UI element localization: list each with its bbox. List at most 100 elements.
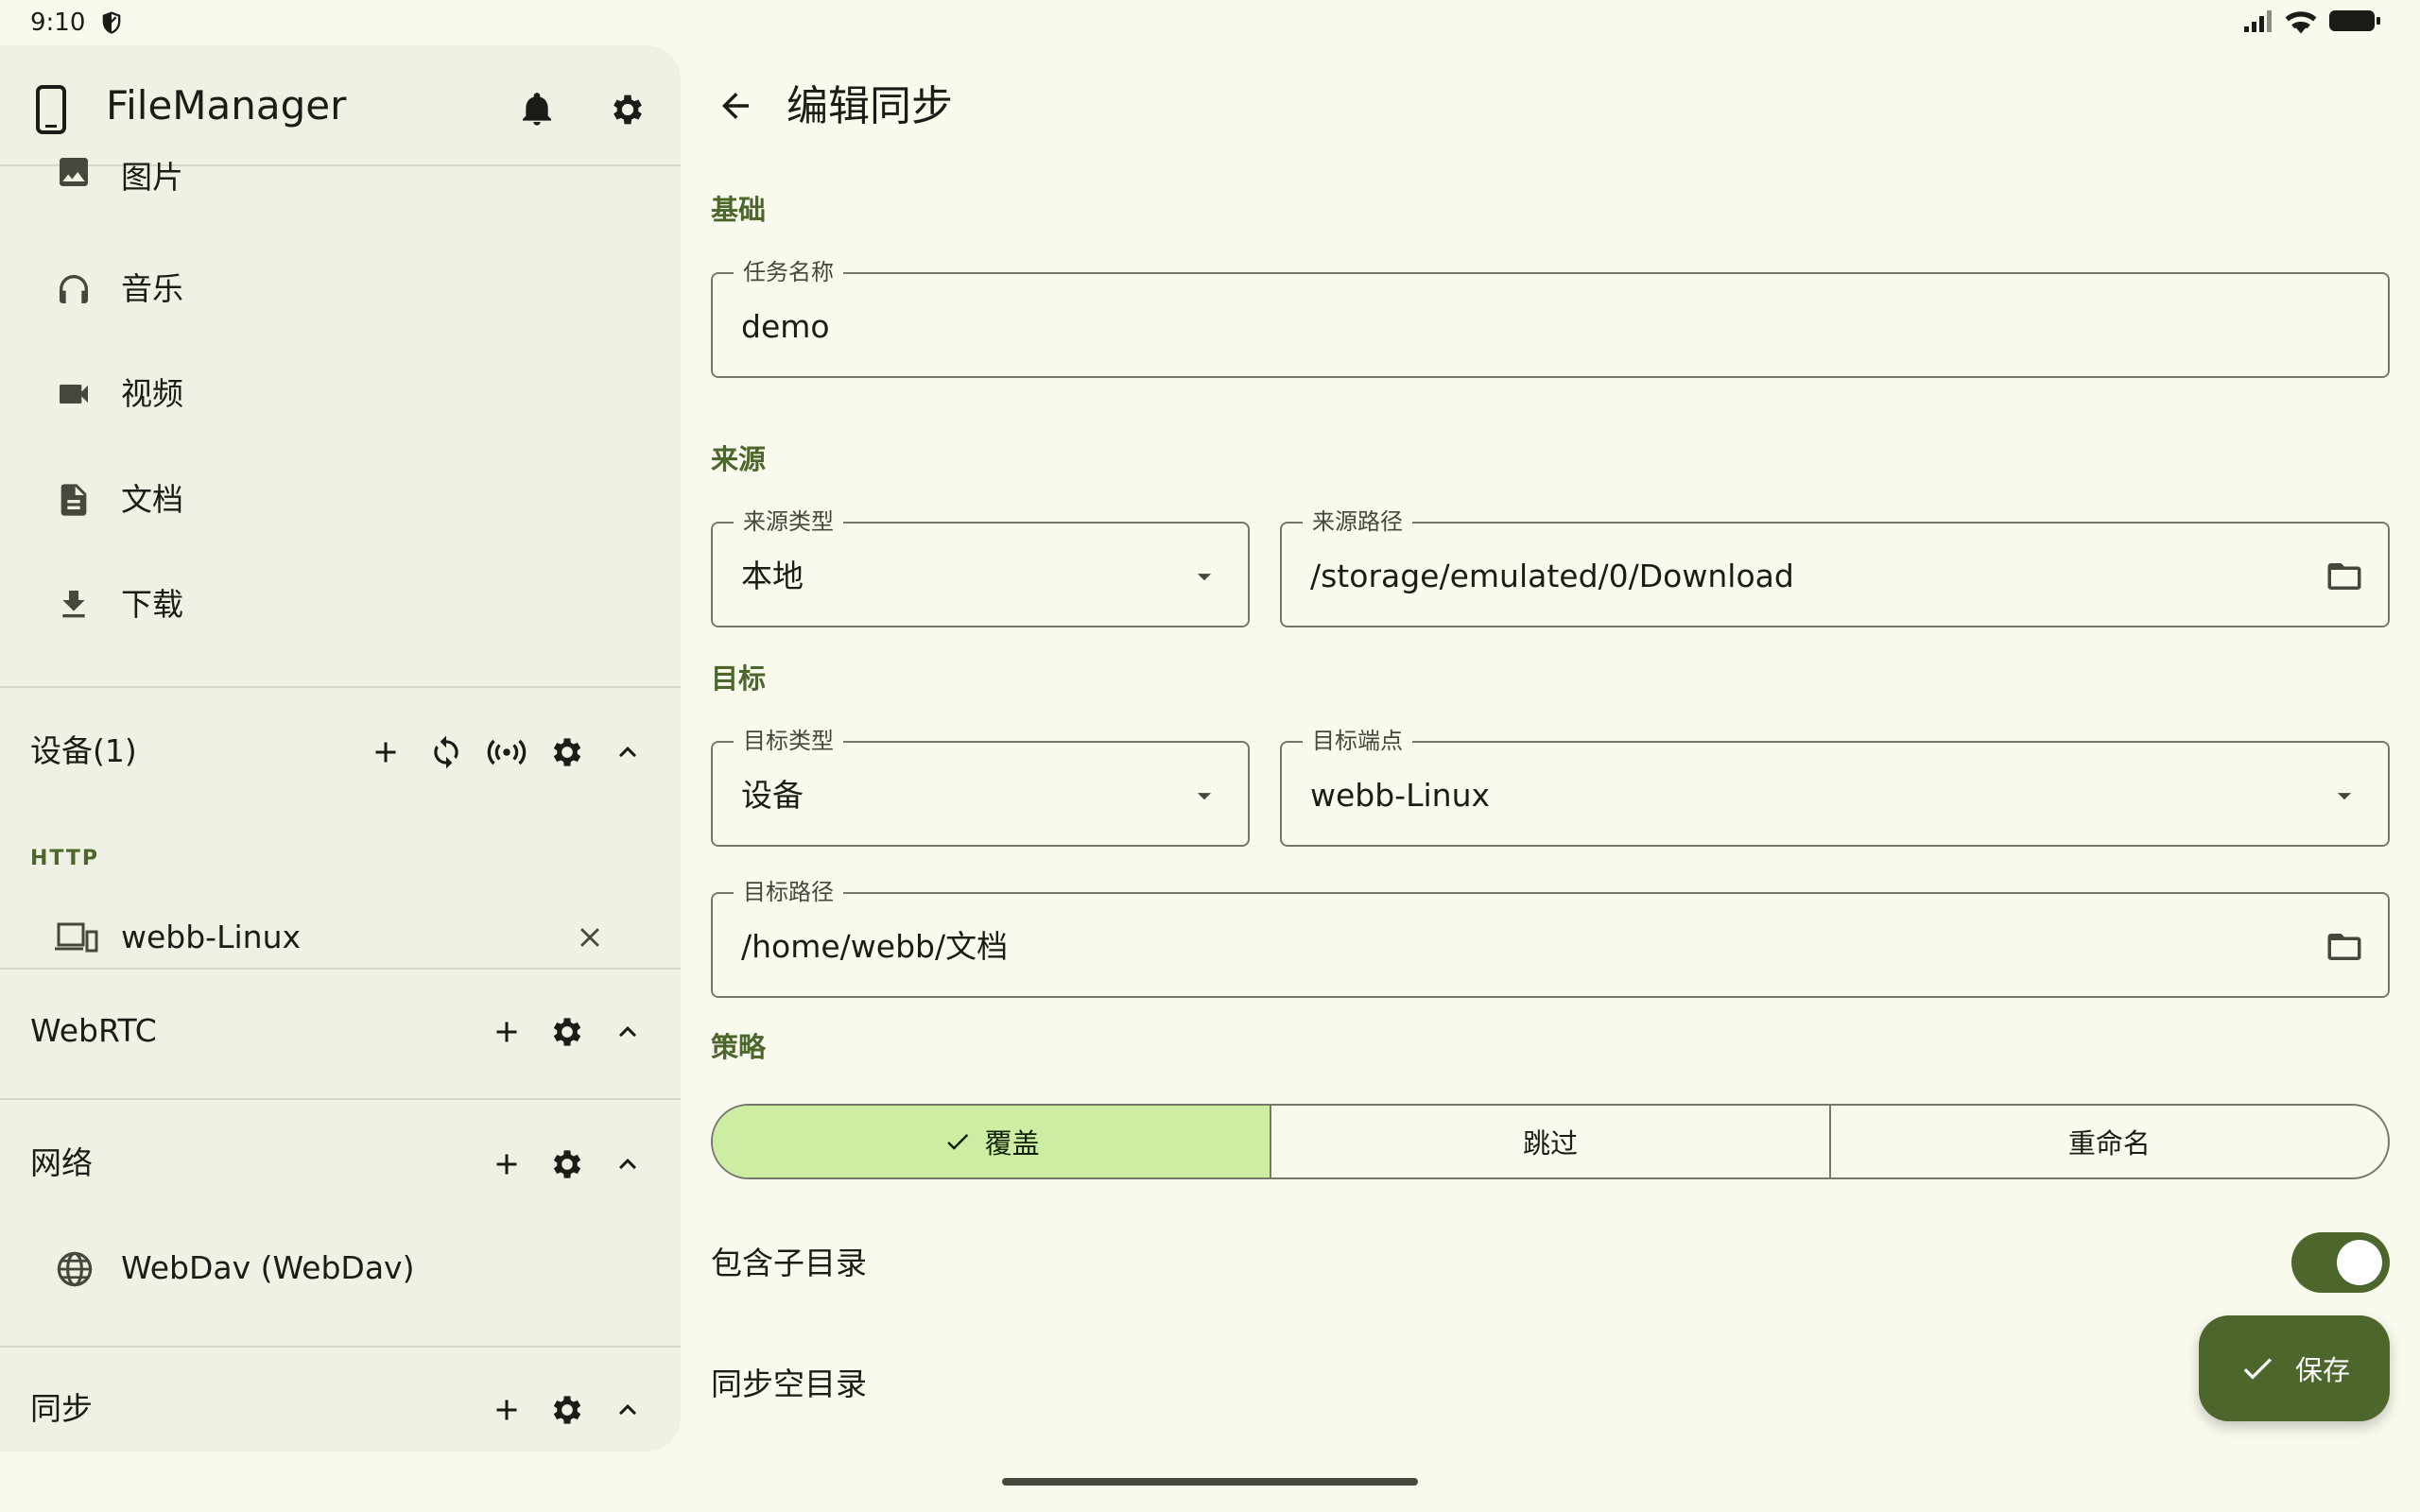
field-value: /storage/emulated/0/Download xyxy=(1310,558,1794,594)
field-value: 本地 xyxy=(741,558,804,594)
videocam-icon xyxy=(55,375,93,413)
divider xyxy=(0,968,681,970)
status-icons xyxy=(2242,8,2382,34)
broadcast-icon xyxy=(487,735,527,769)
strategy-option-overwrite[interactable]: 覆盖 xyxy=(713,1106,1270,1177)
divider xyxy=(0,1346,681,1348)
devices-section-title: 设备(1) xyxy=(30,732,137,769)
section-strategy: 策略 xyxy=(711,1031,767,1063)
add-sync-button[interactable] xyxy=(480,1383,533,1436)
settings-button[interactable] xyxy=(601,83,654,136)
field-label: 任务名称 xyxy=(734,257,843,287)
option-label: 重命名 xyxy=(2067,1127,2151,1160)
divider xyxy=(0,1098,681,1100)
folder-icon[interactable] xyxy=(2324,556,2365,597)
notifications-button[interactable] xyxy=(510,83,563,136)
collapse-devices-button[interactable] xyxy=(601,726,654,779)
target-endpoint-dropdown[interactable]: 目标端点 webb-Linux xyxy=(1280,726,2390,847)
folder-icon[interactable] xyxy=(2324,926,2365,968)
protocol-label: HTTP xyxy=(30,847,100,870)
sidebar-item-label: 视频 xyxy=(121,375,183,412)
sidebar-item-downloads[interactable]: 下载 xyxy=(0,552,681,656)
strategy-segmented-button: 覆盖 跳过 重命名 xyxy=(711,1104,2390,1179)
collapse-network-button[interactable] xyxy=(601,1138,654,1191)
gear-icon xyxy=(548,733,586,771)
option-label: 跳过 xyxy=(1522,1127,1578,1160)
network-item[interactable]: WebDav (WebDav) xyxy=(0,1221,681,1315)
divider xyxy=(0,686,681,688)
field-value: /home/webb/文档 xyxy=(741,928,1009,965)
target-path-field[interactable]: 目标路径 /home/webb/文档 xyxy=(711,877,2390,998)
field-label: 来源类型 xyxy=(734,507,843,537)
sync-settings-button[interactable] xyxy=(541,1383,594,1436)
app-title: FileManager xyxy=(106,82,347,129)
sync-icon xyxy=(428,734,464,770)
field-label: 来源路径 xyxy=(1303,507,1412,537)
arrow-back-icon xyxy=(716,86,755,126)
collapse-webrtc-button[interactable] xyxy=(601,1005,654,1058)
field-value: demo xyxy=(741,308,830,345)
image-icon xyxy=(55,153,93,191)
broadcast-button[interactable] xyxy=(480,726,533,779)
device-name: webb-Linux xyxy=(121,919,302,955)
phone-icon xyxy=(34,85,68,134)
download-icon xyxy=(55,586,93,624)
home-indicator[interactable] xyxy=(1002,1478,1418,1486)
shield-icon xyxy=(98,8,125,38)
chevron-up-icon xyxy=(611,1393,645,1427)
include-subdirs-label: 包含子目录 xyxy=(711,1245,867,1281)
sidebar-item-music[interactable]: 音乐 xyxy=(0,236,681,340)
save-button[interactable]: 保存 xyxy=(2199,1315,2390,1421)
collapse-sync-button[interactable] xyxy=(601,1383,654,1436)
source-type-dropdown[interactable]: 来源类型 本地 xyxy=(711,507,1250,627)
device-item[interactable]: webb-Linux xyxy=(0,890,681,985)
plus-icon xyxy=(490,1015,524,1049)
document-icon xyxy=(55,481,93,519)
plus-icon xyxy=(490,1147,524,1181)
chevron-up-icon xyxy=(611,735,645,769)
network-settings-button[interactable] xyxy=(541,1138,594,1191)
strategy-option-rename[interactable]: 重命名 xyxy=(1828,1106,2388,1177)
wifi-icon xyxy=(2284,8,2318,34)
bell-icon xyxy=(518,91,556,129)
include-subdirs-switch[interactable] xyxy=(2291,1232,2390,1293)
dropdown-arrow-icon xyxy=(2324,775,2365,816)
device-settings-button[interactable] xyxy=(541,726,594,779)
sidebar-item-videos[interactable]: 视频 xyxy=(0,341,681,445)
sidebar-item-label: 下载 xyxy=(121,586,183,623)
gear-icon xyxy=(548,1013,586,1051)
signal-icon xyxy=(2242,8,2274,34)
add-network-button[interactable] xyxy=(480,1138,533,1191)
webrtc-settings-button[interactable] xyxy=(541,1005,594,1058)
devices-icon xyxy=(53,920,98,954)
field-label: 目标路径 xyxy=(734,877,843,907)
section-basic: 基础 xyxy=(711,194,767,226)
add-device-button[interactable] xyxy=(359,726,412,779)
field-value: webb-Linux xyxy=(1310,777,1491,814)
target-type-dropdown[interactable]: 目标类型 设备 xyxy=(711,726,1250,847)
sync-empty-dirs-label: 同步空目录 xyxy=(711,1366,867,1402)
refresh-devices-button[interactable] xyxy=(420,726,473,779)
sidebar-item-label: 文档 xyxy=(121,481,183,518)
section-source: 来源 xyxy=(711,443,767,475)
task-name-field[interactable]: 任务名称 demo xyxy=(711,257,2390,378)
section-target: 目标 xyxy=(711,662,767,695)
add-webrtc-button[interactable] xyxy=(480,1005,533,1058)
gear-icon xyxy=(608,90,648,129)
sidebar-item-documents[interactable]: 文档 xyxy=(0,447,681,551)
check-icon xyxy=(2238,1349,2276,1387)
close-icon[interactable] xyxy=(567,915,613,960)
sync-section-title: 同步 xyxy=(30,1390,93,1427)
dropdown-arrow-icon xyxy=(1184,556,1225,597)
headphones-icon xyxy=(55,270,93,308)
source-path-field[interactable]: 来源路径 /storage/emulated/0/Download xyxy=(1280,507,2390,627)
status-time: 9:10 xyxy=(30,9,86,37)
sidebar-item-label: 音乐 xyxy=(121,270,183,307)
save-label: 保存 xyxy=(2294,1354,2350,1386)
field-label: 目标类型 xyxy=(734,726,843,756)
field-label: 目标端点 xyxy=(1303,726,1412,756)
strategy-option-skip[interactable]: 跳过 xyxy=(1270,1106,1828,1177)
page-title: 编辑同步 xyxy=(786,82,953,130)
sidebar-item-images[interactable]: 图片 xyxy=(0,149,681,215)
back-button[interactable] xyxy=(707,77,764,134)
